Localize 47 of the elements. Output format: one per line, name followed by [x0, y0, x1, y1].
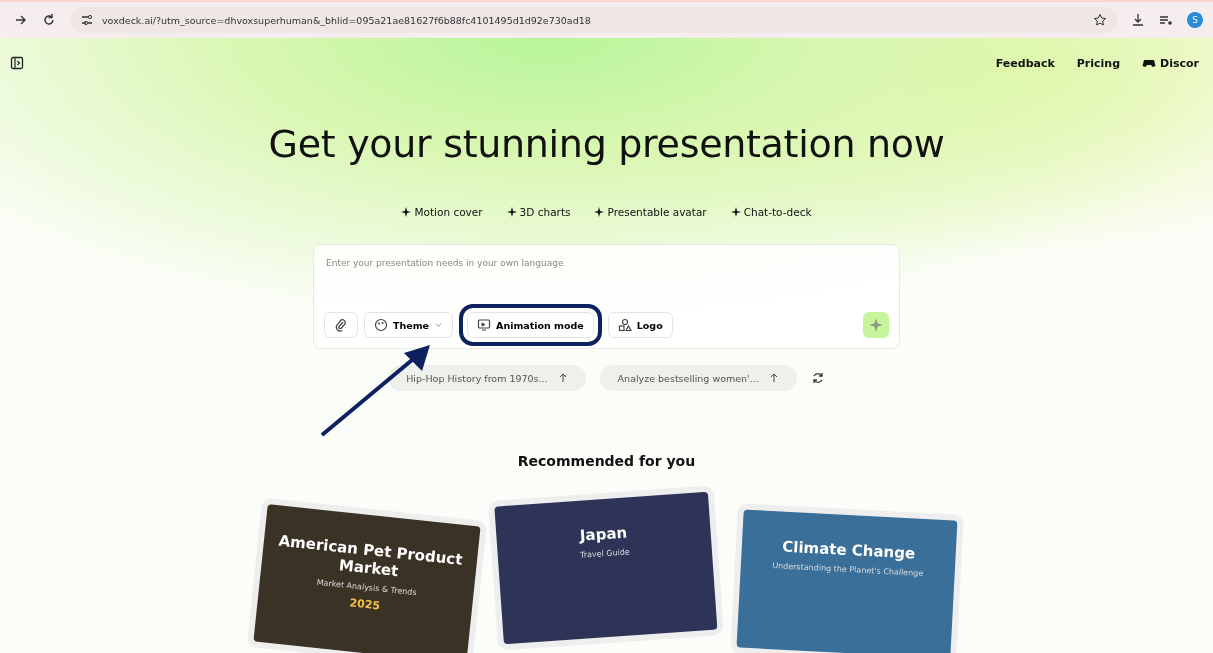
presentation-card[interactable]: Japan Travel Guide [487, 485, 724, 651]
download-icon[interactable] [1131, 13, 1145, 27]
sidebar-toggle-icon[interactable] [10, 56, 24, 70]
suggestion-chip[interactable]: Hip-Hop History from 1970s... [388, 365, 586, 391]
card-subtitle: Understanding the Planet's Challenge [771, 561, 923, 578]
nav-link[interactable]: Pricing [1076, 56, 1121, 70]
palette-icon [374, 318, 388, 332]
feature-label: Motion cover [414, 206, 483, 218]
profile-avatar[interactable]: S [1187, 12, 1203, 28]
arrow-up-icon [557, 371, 568, 385]
suggestion-chip[interactable]: Analyze bestselling women'... [599, 365, 797, 391]
address-bar[interactable]: voxdeck.ai/?utm_source=dhvoxsuperhuman&_bhlid=095a21ae81627f6b88fc4101495d1d92e730ad18 [70, 7, 1117, 33]
paperclip-icon [334, 318, 348, 332]
generate-button[interactable] [863, 312, 889, 338]
forward-icon[interactable] [14, 13, 28, 27]
sparkle-icon [401, 207, 412, 217]
sparkle-icon [506, 207, 517, 217]
feature-label: Chat-to-deck [743, 206, 812, 218]
card-title: Climate Change [781, 537, 916, 563]
nav-link[interactable]: Feedback [995, 56, 1055, 70]
card-title: Japan [578, 523, 628, 545]
slides-icon [477, 318, 492, 332]
card-subtitle: Market Analysis & Trends [315, 577, 417, 598]
headline: Get your stunning presentation now [267, 122, 946, 166]
card-subtitle: Travel Guide [579, 547, 630, 560]
presentation-card[interactable]: American Pet Product Market Market Analysis & Trends 2025 [246, 497, 487, 653]
feature-label: Presentable avatar [607, 206, 707, 218]
attach-button[interactable] [324, 312, 358, 338]
card-year: 2025 [348, 596, 381, 613]
site-settings-icon[interactable] [80, 13, 94, 27]
presentation-card[interactable]: Climate Change Understanding the Planet's Challenge [729, 503, 964, 653]
theme-button[interactable]: Theme [364, 312, 454, 338]
shapes-icon [617, 318, 632, 332]
prompt-field[interactable]: Enter your presentation needs in your own language [324, 257, 893, 269]
section-title: Recommended for you [516, 453, 697, 469]
star-icon[interactable] [1093, 13, 1107, 27]
media-icon[interactable] [1159, 13, 1173, 27]
arrow-up-icon [768, 371, 779, 385]
reload-icon[interactable] [42, 13, 56, 27]
sparkle-icon [869, 318, 883, 332]
sparkle-icon [594, 207, 605, 217]
url-text: voxdeck.ai/?utm_source=dhvoxsuperhuman&_bhlid=095a21ae81627f6b88fc4101495d1d92e730ad18 [102, 14, 592, 26]
nav-link[interactable]: Discor [1142, 56, 1199, 70]
logo-button[interactable]: Logo [607, 312, 673, 338]
feature-label: 3D charts [519, 206, 571, 218]
refresh-icon[interactable] [810, 371, 825, 385]
sparkle-icon [730, 207, 741, 217]
